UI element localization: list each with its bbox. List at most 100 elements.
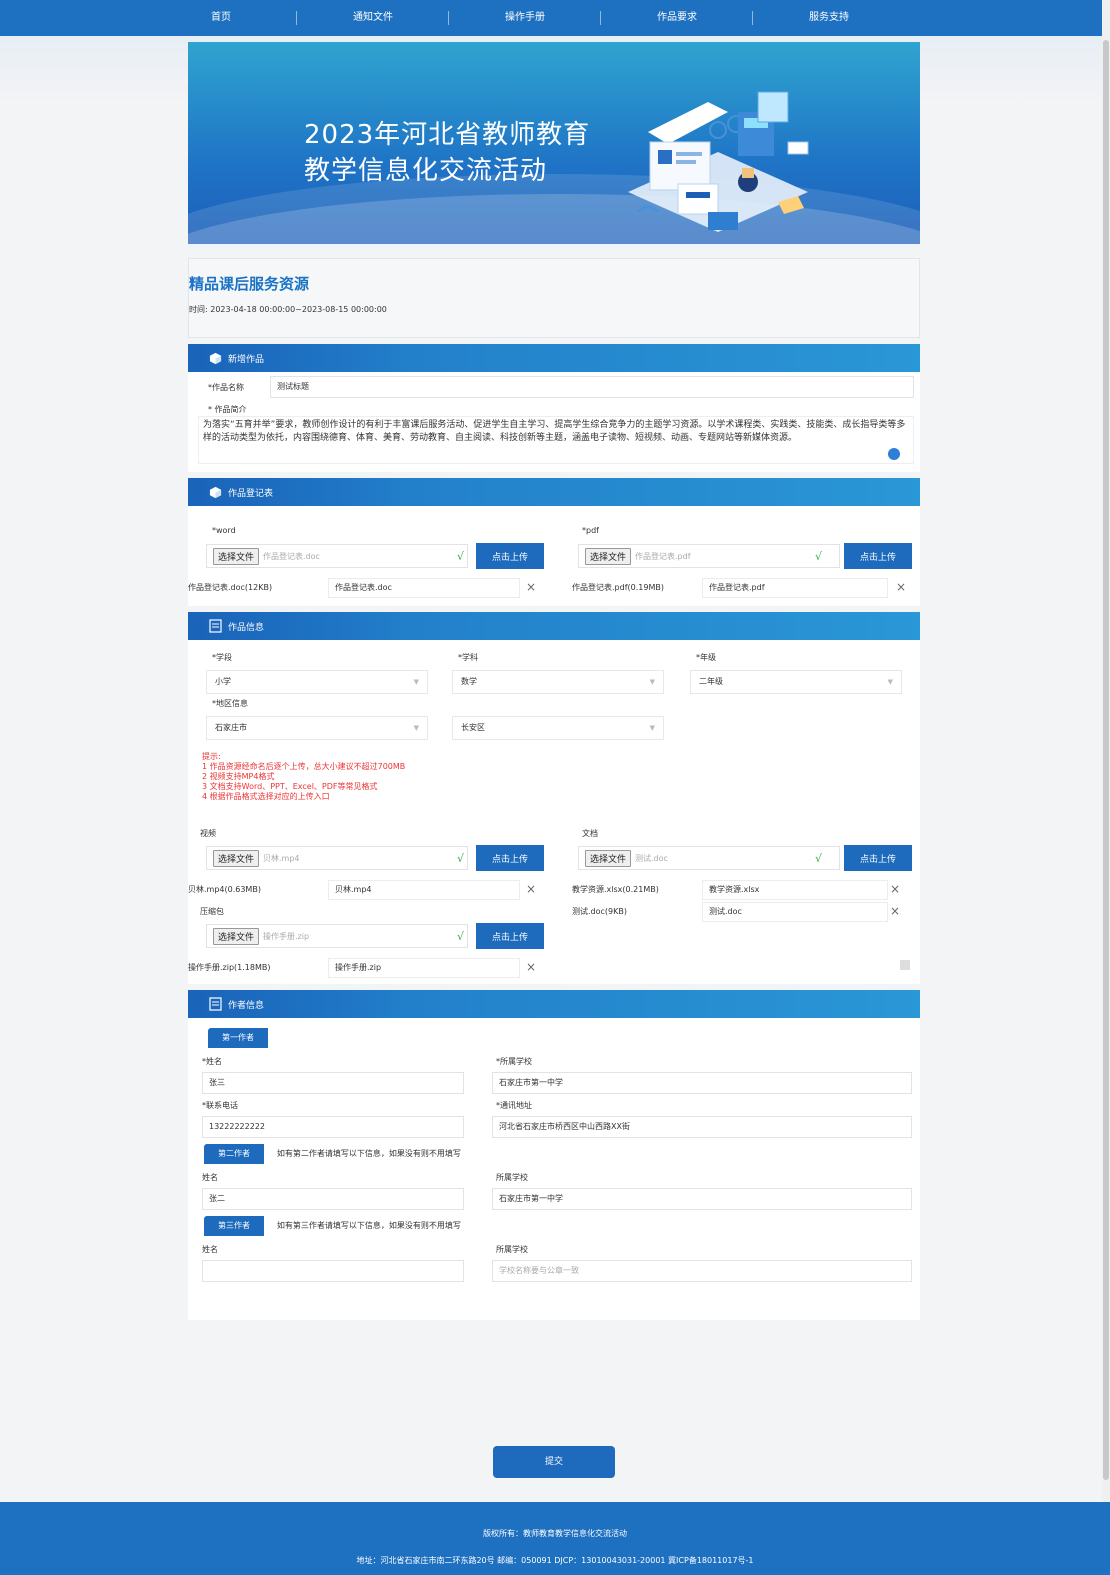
zip-uploaded-name: 操作手册.zip [328,958,520,978]
third-author-header: 第三作者 如有第三作者请填写以下信息，如果没有则不用填写 [204,1216,461,1236]
first-author-tag: 第一作者 [208,1028,268,1048]
pdf-choose-button[interactable]: 选择文件 [585,547,632,565]
doc-file-name: 测试.doc [635,853,668,863]
a3-school-label: 所属学校 [496,1245,528,1254]
subject-select[interactable]: 数学 ▼ [452,670,664,694]
nav-manual[interactable]: 操作手册 [449,0,601,36]
section-header: 新增作品 [188,344,920,372]
second-author-note: 如有第二作者请填写以下信息，如果没有则不用填写 [276,1149,461,1158]
a1-addr-input[interactable]: 河北省石家庄市桥西区中山西路XX街 [492,1116,912,1138]
chevron-down-icon: ▼ [887,678,893,686]
word-choose-button[interactable]: 选择文件 [213,547,260,565]
section-new-work: 新增作品 *作品名称 测试标题 * 作品简介 为落实“五育并举”要求，教师创作设… [188,344,920,472]
second-author-tag: 第二作者 [204,1144,264,1164]
banner: 2023年河北省教师教育 教学信息化交流活动 [188,42,920,250]
remove-icon[interactable]: × [526,960,536,974]
main-container: 2023年河北省教师教育 教学信息化交流活动 精品课后服务资源 时间: 2023… [188,42,920,1320]
stage-select[interactable]: 小学 ▼ [206,670,428,694]
zip-upload-button[interactable]: 点击上传 [476,923,544,949]
remove-icon[interactable]: × [890,882,900,896]
activity-time: 时间: 2023-04-18 00:00:00~2023-08-15 00:00… [189,305,387,314]
word-uploaded-info: 作品登记表.doc(12KB) [188,583,273,592]
document-icon [208,619,222,633]
video-upload-button[interactable]: 点击上传 [476,845,544,871]
remove-icon[interactable]: × [890,904,900,918]
work-name-input[interactable]: 测试标题 [270,376,914,398]
list-scrollbar[interactable] [900,960,910,970]
a2-school-input[interactable]: 石家庄市第一中学 [492,1188,912,1210]
doc-label: 文档 [582,829,598,838]
zip-uploaded-info: 操作手册.zip(1.18MB) [188,963,271,972]
section-header: 作品登记表 [188,478,920,506]
grade-select[interactable]: 二年级 ▼ [690,670,902,694]
a1-addr-label: *通讯地址 [496,1101,532,1110]
nav-notices[interactable]: 通知文件 [297,0,449,36]
nav-requirements[interactable]: 作品要求 [601,0,753,36]
activity-name: 精品课后服务资源 [189,275,310,293]
a3-name-input[interactable] [202,1260,464,1282]
submit-button[interactable]: 提交 [493,1446,615,1478]
chevron-down-icon: ▼ [649,678,655,686]
doc-choose-button[interactable]: 选择文件 [585,849,632,867]
scrollbar-thumb[interactable] [1103,40,1109,1480]
chevron-down-icon: ▼ [413,724,419,732]
doc-upload-button[interactable]: 点击上传 [844,845,912,871]
check-icon: √ [457,851,465,865]
remove-icon[interactable]: × [526,882,536,896]
subject-label: *学科 [458,653,478,662]
pdf-uploaded-name: 作品登记表.pdf [702,578,888,598]
doc-uploaded-list[interactable]: 教学资源.xlsx(0.21MB) 教学资源.xlsx × 测试.doc(9KB… [572,880,912,980]
video-choose-button[interactable]: 选择文件 [213,849,260,867]
city-select[interactable]: 石家庄市 ▼ [206,716,428,740]
a1-name-label: *姓名 [202,1057,222,1066]
zip-file-name: 操作手册.zip [263,931,310,941]
second-author-header: 第二作者 如有第二作者请填写以下信息，如果没有则不用填写 [204,1144,461,1164]
cube-icon [208,351,222,365]
stage-label: *学段 [212,653,232,662]
video-label: 视频 [200,829,216,838]
district-select[interactable]: 长安区 ▼ [452,716,664,740]
zip-file-box: 选择文件 操作手册.zip √ [206,924,468,948]
section-header: 作品信息 [188,612,920,640]
pdf-label: *pdf [582,526,599,535]
check-icon: √ [457,929,465,943]
pdf-file-name: 作品登记表.pdf [635,551,691,561]
word-uploaded-name: 作品登记表.doc [328,578,520,598]
pdf-file-box: 选择文件 作品登记表.pdf √ [578,544,840,568]
a1-phone-label: *联系电话 [202,1101,238,1110]
doc-uploaded-name: 测试.doc [702,902,888,922]
nav-home[interactable]: 首页 [145,0,297,36]
a1-name-input[interactable]: 张三 [202,1072,464,1094]
zip-choose-button[interactable]: 选择文件 [213,927,260,945]
remove-icon[interactable]: × [526,580,536,594]
chevron-down-icon: ▼ [413,678,419,686]
video-file-box: 选择文件 贝林.mp4 √ [206,846,468,870]
remove-icon[interactable]: × [896,580,906,594]
page-scrollbar[interactable] [1102,0,1110,1575]
work-name-label: *作品名称 [208,383,244,392]
section-header: 作者信息 [188,990,920,1018]
word-upload-button[interactable]: 点击上传 [476,543,544,569]
doc-uploaded-info: 教学资源.xlsx(0.21MB) [572,885,659,894]
video-uploaded-info: 贝林.mp4(0.63MB) [188,885,261,894]
cube-icon [208,485,222,499]
zip-uploaded-row: 操作手册.zip(1.18MB) 操作手册.zip × [188,958,548,978]
video-uploaded-name: 贝林.mp4 [328,880,520,900]
nav-support[interactable]: 服务支持 [753,0,905,36]
doc-uploaded-name: 教学资源.xlsx [702,880,888,900]
a2-school-label: 所属学校 [496,1173,528,1182]
section-title: 作者信息 [228,1000,265,1011]
a1-phone-input[interactable]: 13222222222 [202,1116,464,1138]
work-intro-textarea[interactable]: 为落实“五育并举”要求，教师创作设计的有利于丰富课后服务活动、促进学生自主学习、… [198,416,914,464]
a3-school-input[interactable]: 学校名称要与公章一致 [492,1260,912,1282]
check-icon: √ [815,549,823,563]
video-file-name: 贝林.mp4 [263,853,300,863]
chevron-down-icon: ▼ [649,724,655,732]
a1-school-input[interactable]: 石家庄市第一中学 [492,1072,912,1094]
pdf-upload-button[interactable]: 点击上传 [844,543,912,569]
banner-illustration [628,91,809,232]
a2-name-input[interactable]: 张二 [202,1188,464,1210]
resize-icon[interactable] [888,448,900,460]
section-title: 新增作品 [228,354,265,365]
document-icon [208,997,222,1011]
